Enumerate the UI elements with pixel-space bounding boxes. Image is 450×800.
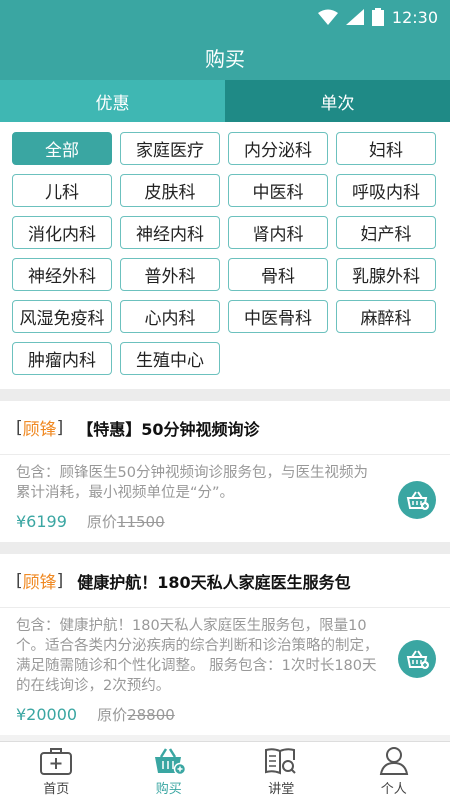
product-description: 包含：健康护航！180天私人家庭医生服务包，限量10个。适合各类内分泌疾病的综合… — [16, 618, 379, 694]
tab-discount[interactable]: 优惠 — [0, 80, 225, 122]
category-orthopedics[interactable]: 骨科 — [228, 258, 328, 291]
product-brand: 顾锋 — [22, 573, 57, 593]
product-title: 【特惠】50分钟视频询诊 — [77, 419, 260, 439]
product-price: ¥6199 — [16, 512, 67, 531]
nav-profile[interactable]: 个人 — [338, 742, 450, 800]
category-breast-surgery[interactable]: 乳腺外科 — [336, 258, 436, 291]
category-all[interactable]: 全部 — [12, 132, 112, 165]
category-obstetrics[interactable]: 妇产科 — [336, 216, 436, 249]
product-body: 包含：健康护航！180天私人家庭医生服务包，限量10个。适合各类内分泌疾病的综合… — [0, 608, 450, 735]
medical-kit-icon — [40, 748, 73, 775]
add-to-basket-button[interactable] — [398, 640, 436, 678]
category-gynecology[interactable]: 妇科 — [336, 132, 436, 165]
product-card[interactable]: [顾锋] 【特惠】50分钟视频询诊 包含：顾锋医生50分钟视频询诊服务包，与医生… — [0, 401, 450, 542]
product-title: 健康护航！180天私人家庭医生服务包 — [77, 572, 351, 592]
basket-icon — [154, 748, 186, 776]
category-anesthesiology[interactable]: 麻醉科 — [336, 300, 436, 333]
basket-add-icon — [406, 491, 429, 510]
product-original-price: 原价28800 — [97, 706, 175, 724]
category-respiratory[interactable]: 呼吸内科 — [336, 174, 436, 207]
category-reproductive-center[interactable]: 生殖中心 — [120, 342, 220, 375]
tab-bar: 优惠 单次 — [0, 80, 450, 122]
category-cardiology[interactable]: 心内科 — [120, 300, 220, 333]
category-oncology[interactable]: 肿瘤内科 — [12, 342, 112, 375]
category-pediatrics[interactable]: 儿科 — [12, 174, 112, 207]
battery-icon — [371, 8, 384, 26]
category-nephrology[interactable]: 肾内科 — [228, 216, 328, 249]
person-icon — [379, 747, 408, 775]
category-neurosurgery[interactable]: 神经外科 — [12, 258, 112, 291]
nav-home-label: 首页 — [43, 782, 70, 797]
category-general-surgery[interactable]: 普外科 — [120, 258, 220, 291]
category-family-medical[interactable]: 家庭医疗 — [120, 132, 220, 165]
product-price: ¥20000 — [16, 705, 78, 724]
signal-icon — [345, 9, 364, 25]
nav-buy[interactable]: 购买 — [113, 742, 226, 800]
nav-lecture[interactable]: 讲堂 — [225, 742, 338, 800]
wifi-icon — [317, 9, 338, 25]
category-endocrinology[interactable]: 内分泌科 — [228, 132, 328, 165]
category-tcm-orthopedics[interactable]: 中医骨科 — [228, 300, 328, 333]
bottom-nav: 首页 购买 讲堂 个人 — [0, 741, 450, 800]
status-time: 12:30 — [391, 7, 438, 27]
nav-profile-label: 个人 — [380, 782, 407, 797]
category-grid: 全部 家庭医疗 内分泌科 妇科 儿科 皮肤科 中医科 呼吸内科 消化内科 神经内… — [0, 122, 450, 389]
page-title-bar: 购买 — [0, 34, 450, 80]
nav-home[interactable]: 首页 — [0, 742, 113, 800]
tab-single[interactable]: 单次 — [225, 80, 450, 122]
product-title-row: [顾锋] 健康护航！180天私人家庭医生服务包 — [0, 554, 450, 608]
book-search-icon — [265, 748, 296, 775]
category-gastroenterology[interactable]: 消化内科 — [12, 216, 112, 249]
nav-buy-label: 购买 — [155, 782, 182, 797]
status-bar: 12:30 — [0, 0, 450, 34]
basket-add-icon — [406, 650, 429, 669]
product-brand: 顾锋 — [22, 420, 57, 440]
category-neurology[interactable]: 神经内科 — [120, 216, 220, 249]
category-dermatology[interactable]: 皮肤科 — [120, 174, 220, 207]
category-tcm[interactable]: 中医科 — [228, 174, 328, 207]
product-card[interactable]: [顾锋] 健康护航！180天私人家庭医生服务包 包含：健康护航！180天私人家庭… — [0, 554, 450, 735]
product-prices: ¥20000 原价28800 — [16, 704, 380, 725]
divider — [0, 542, 450, 554]
product-prices: ¥6199 原价11500 — [16, 511, 380, 532]
nav-lecture-label: 讲堂 — [268, 782, 295, 797]
divider — [0, 389, 450, 401]
product-title-row: [顾锋] 【特惠】50分钟视频询诊 — [0, 401, 450, 455]
product-original-price: 原价11500 — [86, 513, 165, 531]
product-description: 包含：顾锋医生50分钟视频询诊服务包，与医生视频为累计消耗，最小视频单位是“分”… — [16, 465, 368, 501]
category-rheumatology[interactable]: 风湿免疫科 — [12, 300, 112, 333]
product-body: 包含：顾锋医生50分钟视频询诊服务包，与医生视频为累计消耗，最小视频单位是“分”… — [0, 455, 450, 542]
add-to-basket-button[interactable] — [398, 481, 436, 519]
page-title: 购买 — [205, 46, 245, 71]
